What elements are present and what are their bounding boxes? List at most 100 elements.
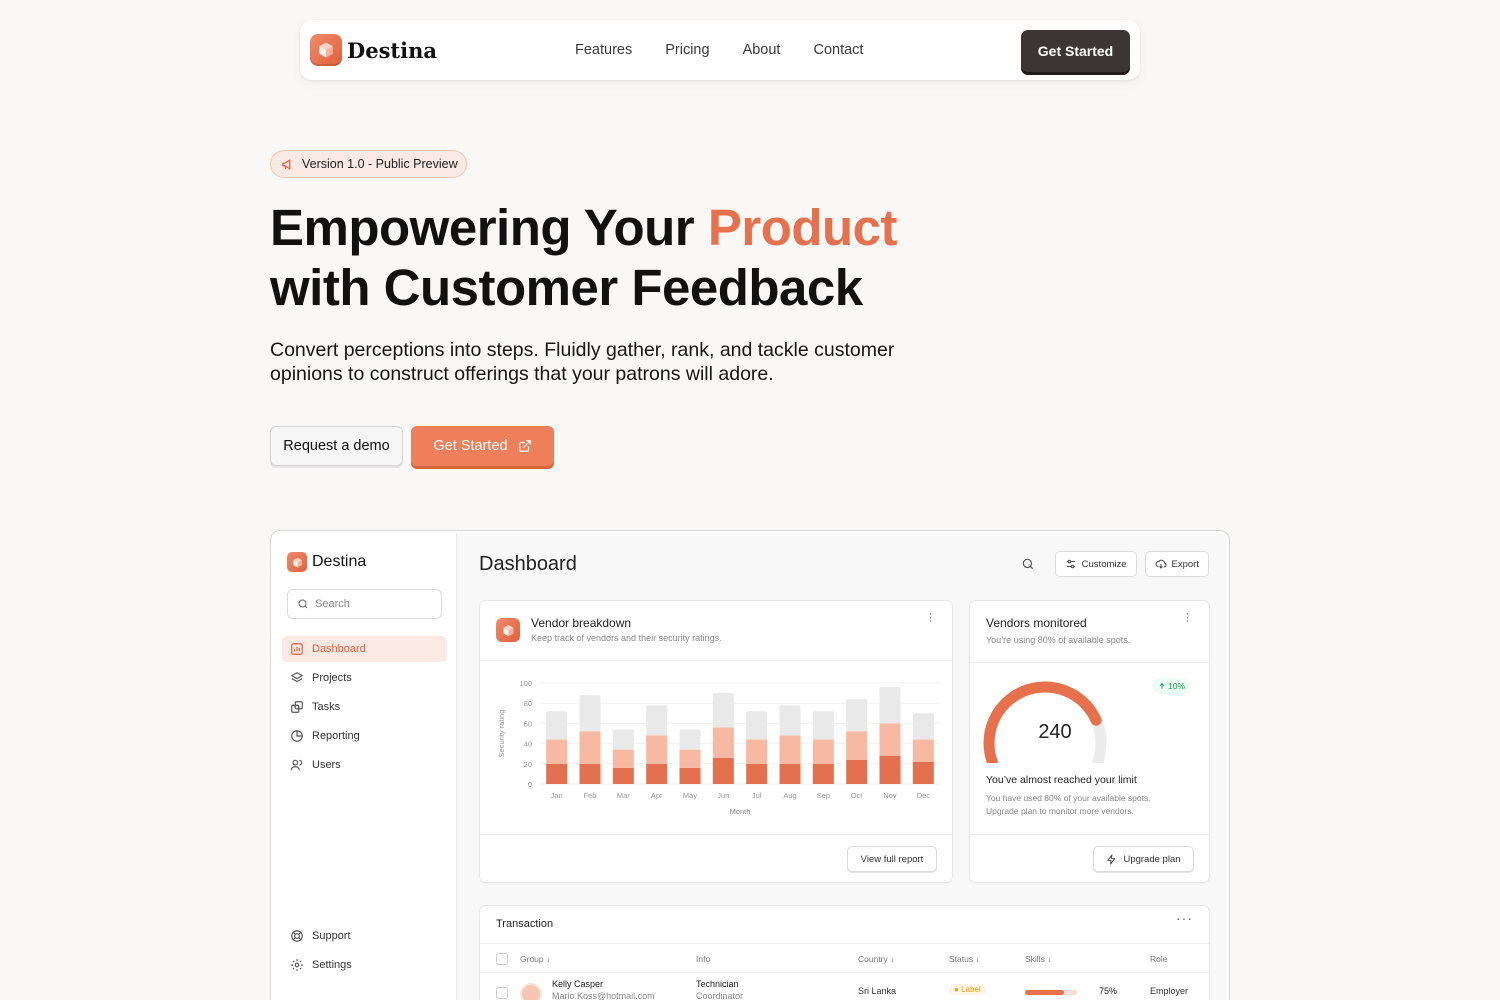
view-full-report-button[interactable]: View full report [847, 846, 937, 872]
external-link-icon [518, 440, 531, 452]
hero-title-accent: Product [707, 199, 898, 256]
chart-icon [291, 643, 303, 655]
x-tick-label: Dec [917, 791, 931, 800]
bar-segment [579, 731, 601, 764]
sidebar-item-users[interactable]: Users [282, 752, 447, 778]
status-label: Label [961, 985, 981, 994]
column-label: Group [520, 954, 544, 964]
x-tick-label: Jan [551, 791, 563, 800]
sidebar-item-label: Projects [312, 672, 352, 684]
copy-icon [291, 701, 303, 713]
nav-link-pricing[interactable]: Pricing [665, 42, 709, 58]
vendor-breakdown-card: Vendor breakdown Keep track of vendors a… [479, 600, 953, 883]
vendors-monitored-card: Vendors monitored You’re using 80% of av… [969, 600, 1210, 883]
bar-segment [579, 695, 601, 732]
y-tick-label: 80 [524, 699, 532, 708]
row-checkbox[interactable] [496, 987, 508, 999]
sidebar-item-label: Tasks [312, 701, 341, 713]
pie-icon [291, 730, 303, 742]
table-header: Group ↓ Info Country ↓ Status ↓ Skills ↓… [480, 943, 1209, 973]
sidebar-brand[interactable]: Destina [287, 552, 366, 572]
bar-segment [546, 763, 568, 784]
hero-get-started-button[interactable]: Get Started [411, 426, 554, 466]
export-button[interactable]: Export [1144, 551, 1209, 577]
sidebar-item-label: Dashboard [312, 643, 366, 655]
sliders-icon [1066, 559, 1075, 569]
layers-icon [291, 672, 303, 683]
status-badge: ● Label [949, 984, 986, 995]
column-header-group[interactable]: Group ↓ [520, 954, 550, 964]
trend-value: 10% [1168, 681, 1186, 691]
version-badge[interactable]: Version 1.0 - Public Preview [270, 150, 467, 178]
more-vertical-icon[interactable]: ⋮ [1182, 613, 1193, 624]
sidebar-item-dashboard[interactable]: Dashboard [282, 636, 447, 662]
bar-segment [612, 729, 634, 750]
limit-body-2: Upgrade plan to monitor more vendors. [986, 806, 1134, 816]
sidebar-item-support[interactable]: Support [282, 923, 447, 949]
more-vertical-icon[interactable]: ⋮ [925, 613, 936, 624]
users-icon [290, 759, 303, 771]
nav-link-about[interactable]: About [743, 42, 781, 58]
row-country: Sri Lanka [858, 986, 897, 996]
x-tick-label: Apr [651, 791, 663, 800]
customize-button[interactable]: Customize [1054, 551, 1137, 577]
bar-segment [679, 729, 701, 750]
select-all-checkbox[interactable] [496, 953, 508, 965]
monitor-card-title: Vendors monitored [986, 616, 1087, 630]
bar-segment [812, 711, 834, 740]
monitor-card-subtitle: You’re using 80% of available spots. [986, 635, 1131, 645]
bar-segment [679, 767, 701, 784]
sidebar-item-label: Support [312, 930, 351, 942]
sidebar-search-input[interactable]: Search [287, 589, 442, 619]
bar-segment [546, 739, 568, 764]
upgrade-plan-label: Upgrade plan [1123, 853, 1181, 865]
bar-segment [746, 763, 768, 784]
column-header-role[interactable]: Role [1150, 954, 1167, 964]
column-header-info[interactable]: Info [696, 954, 710, 964]
x-tick-label: May [683, 791, 697, 800]
bar-segment [912, 761, 934, 784]
trend-badge: 10% [1153, 678, 1191, 694]
logo-icon[interactable] [310, 34, 342, 66]
brand-name[interactable]: Destina [347, 38, 437, 63]
bar-segment [812, 763, 834, 784]
nav-get-started-button[interactable]: Get Started [1021, 30, 1130, 72]
bar-segment [846, 759, 868, 784]
gear-icon [291, 959, 303, 971]
x-tick-label: Jul [752, 791, 762, 800]
column-header-skills[interactable]: Skills ↓ [1025, 954, 1051, 964]
sidebar-item-projects[interactable]: Projects [282, 665, 447, 691]
hero-get-started-label: Get Started [433, 438, 508, 454]
nav-link-contact[interactable]: Contact [813, 42, 863, 58]
more-horizontal-icon[interactable]: ··· [1176, 910, 1193, 926]
x-axis-label: Month [730, 807, 751, 816]
y-tick-label: 40 [524, 740, 532, 749]
x-tick-label: Mar [617, 791, 630, 800]
sidebar-item-reporting[interactable]: Reporting [282, 723, 447, 749]
bar-segment [746, 711, 768, 740]
table-row[interactable]: Kelly Casper Mario.Koss@hotmail.com Tech… [480, 973, 1209, 1000]
nav-link-features[interactable]: Features [575, 42, 632, 58]
bar-segment [812, 739, 834, 764]
sidebar-item-tasks[interactable]: Tasks [282, 694, 447, 720]
x-tick-label: Oct [851, 791, 864, 800]
bar-segment [612, 749, 634, 768]
lifebuoy-icon [291, 930, 303, 942]
search-icon[interactable] [1021, 557, 1035, 571]
x-tick-label: Aug [783, 791, 796, 800]
column-label: Status [949, 954, 974, 964]
sidebar-item-settings[interactable]: Settings [282, 952, 447, 978]
row-name: Kelly Casper [552, 979, 604, 989]
bar-segment [912, 713, 934, 740]
y-tick-label: 100 [519, 679, 532, 688]
upgrade-plan-button[interactable]: Upgrade plan [1093, 846, 1194, 872]
customize-label: Customize [1081, 558, 1127, 570]
bar-segment [646, 705, 668, 736]
row-email: Mario.Koss@hotmail.com [552, 991, 655, 1000]
column-header-status[interactable]: Status ↓ [949, 954, 980, 964]
dashboard-title: Dashboard [479, 553, 577, 575]
request-demo-button[interactable]: Request a demo [270, 426, 403, 466]
dashboard-preview: Destina Search Dashboard Projects Tasks … [270, 530, 1230, 1000]
hero-title-part2: with Customer Feedback [270, 259, 863, 316]
column-header-country[interactable]: Country ↓ [858, 954, 894, 964]
